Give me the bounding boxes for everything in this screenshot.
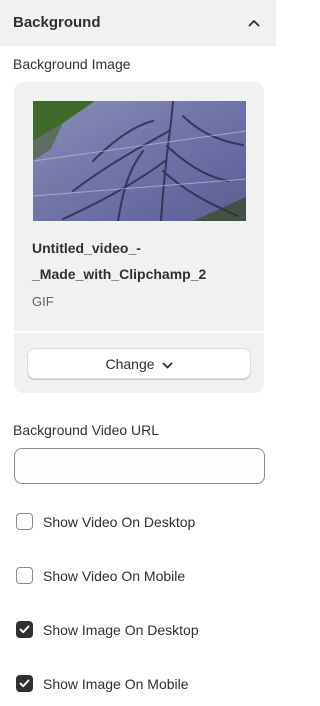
chevron-up-icon[interactable] bbox=[246, 15, 262, 31]
card-divider bbox=[14, 331, 264, 333]
checkbox-box[interactable] bbox=[16, 675, 33, 692]
change-button-label: Change bbox=[105, 355, 155, 372]
checkbox-box[interactable] bbox=[16, 621, 33, 638]
checkmark-icon bbox=[19, 679, 30, 688]
section-header[interactable]: Background bbox=[0, 0, 276, 46]
checkbox-label: Show Image On Mobile bbox=[43, 675, 189, 692]
background-video-url-input[interactable] bbox=[14, 448, 265, 484]
checkbox-label: Show Video On Desktop bbox=[43, 513, 196, 530]
checkbox-label: Show Image On Desktop bbox=[43, 621, 199, 638]
change-button[interactable]: Change bbox=[27, 348, 251, 379]
file-type: GIF bbox=[32, 294, 54, 309]
chevron-down-icon bbox=[162, 356, 173, 372]
background-image-card: Untitled_video_-_Made_with_Clipchamp_2 G… bbox=[14, 82, 264, 393]
show-image-desktop-checkbox[interactable]: Show Image On Desktop bbox=[16, 621, 199, 638]
background-image-label: Background Image bbox=[13, 56, 131, 72]
image-thumbnail[interactable] bbox=[33, 101, 246, 221]
checkbox-label: Show Video On Mobile bbox=[43, 567, 186, 584]
show-video-desktop-checkbox[interactable]: Show Video On Desktop bbox=[16, 513, 195, 530]
file-name: Untitled_video_-_Made_with_Clipchamp_2 bbox=[32, 240, 207, 282]
checkbox-box[interactable] bbox=[16, 567, 33, 584]
section-title: Background bbox=[13, 14, 101, 31]
background-video-url-label: Background Video URL bbox=[13, 422, 160, 438]
checkbox-box[interactable] bbox=[16, 513, 33, 530]
show-image-mobile-checkbox[interactable]: Show Image On Mobile bbox=[16, 675, 189, 692]
show-video-mobile-checkbox[interactable]: Show Video On Mobile bbox=[16, 567, 185, 584]
checkmark-icon bbox=[19, 625, 30, 634]
